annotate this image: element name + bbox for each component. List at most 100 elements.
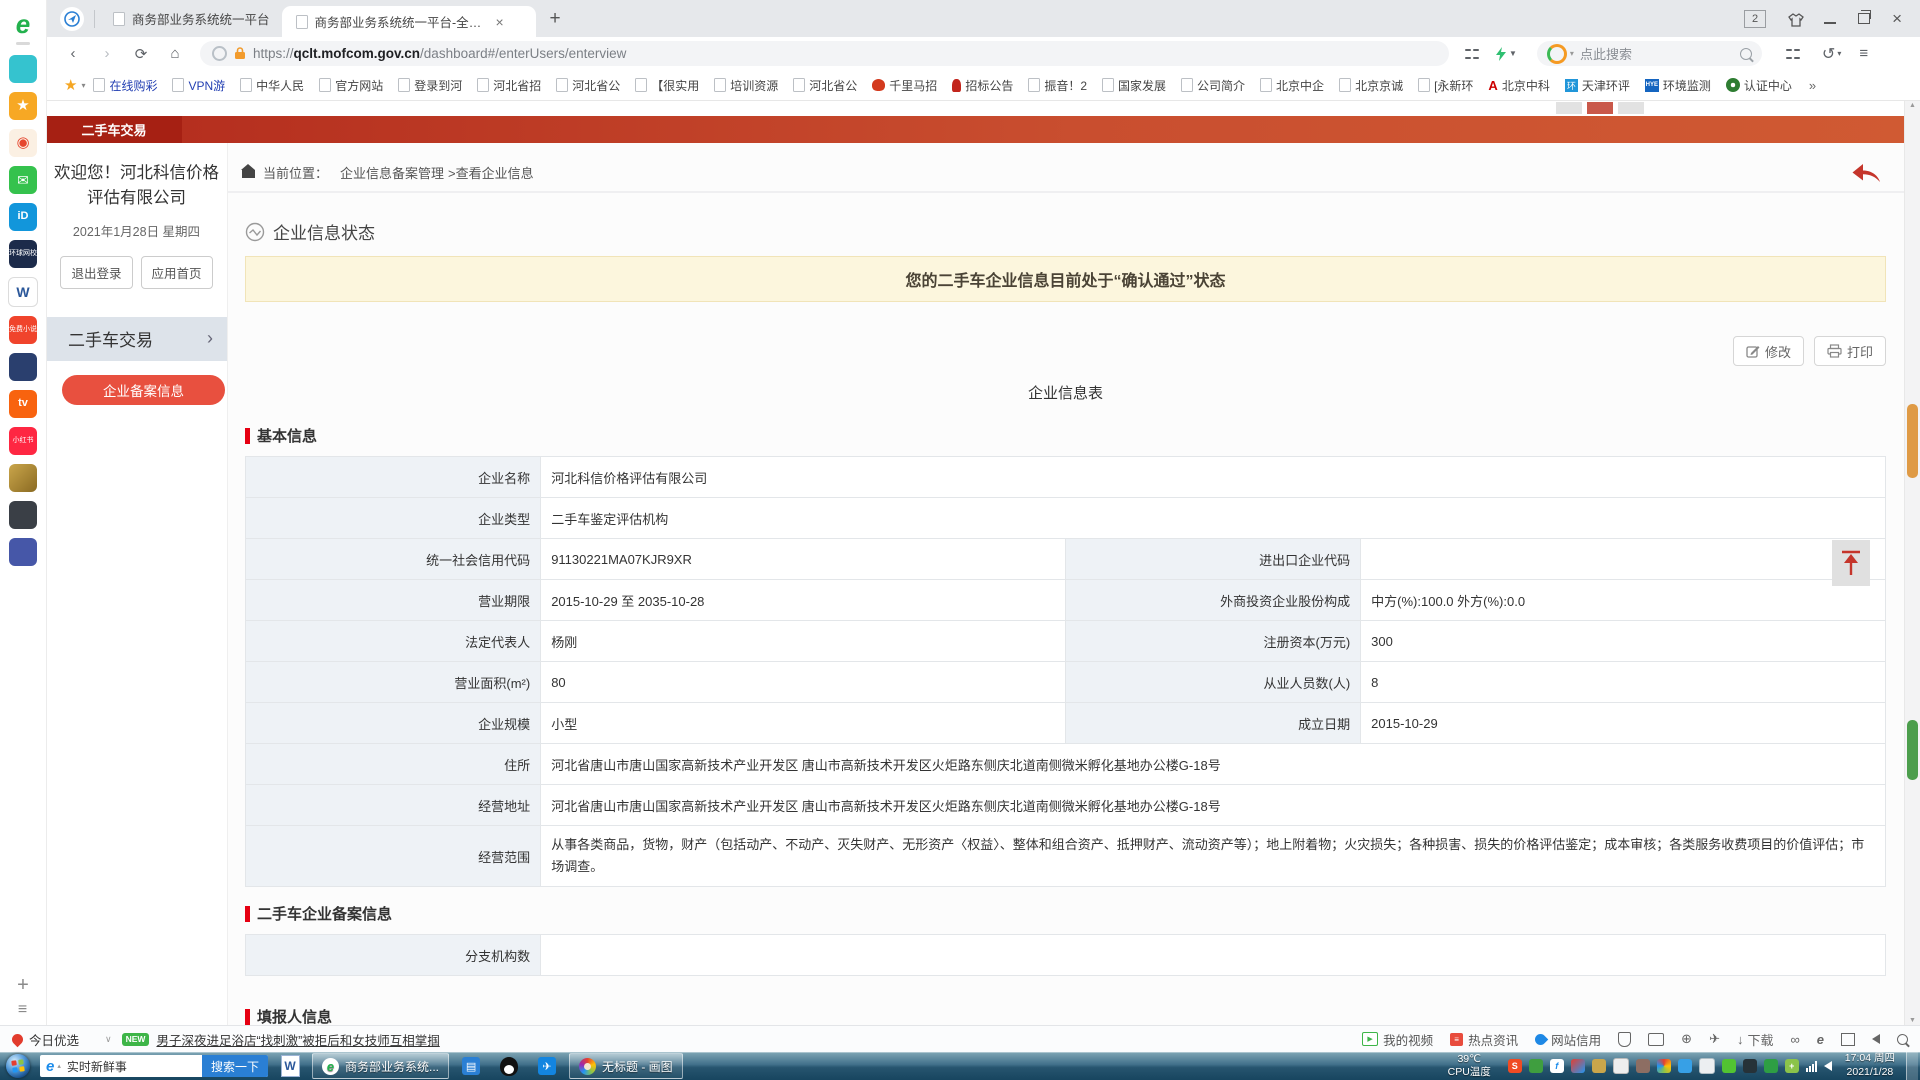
search-engine-caret-icon[interactable]: ▾ (1570, 49, 1574, 58)
search-box[interactable]: ▾ 点此搜索 (1537, 41, 1762, 66)
bookmark-item[interactable]: 官方网站 (319, 77, 383, 94)
download-button[interactable]: ↓下载 (1737, 1030, 1774, 1049)
today-picks-label[interactable]: 今日优选 (29, 1030, 79, 1049)
home-button[interactable]: ⌂ (162, 45, 188, 62)
bookmark-item[interactable]: 振音！2 (1028, 77, 1087, 94)
apps-grid-icon[interactable] (1786, 47, 1800, 61)
tray-music-icon[interactable] (1592, 1059, 1606, 1073)
skin-icon[interactable] (1788, 13, 1802, 25)
taskbar-browser-window[interactable]: e 商务部业务系统... (312, 1053, 449, 1079)
new-tab-button[interactable]: + (550, 8, 561, 30)
taskbar-media-icon[interactable]: ▤ (455, 1054, 487, 1078)
tray-wizard-icon[interactable] (1636, 1059, 1650, 1073)
bookmark-item[interactable]: 环天津环评 (1565, 77, 1630, 94)
menu-icon[interactable]: ≡ (1859, 51, 1868, 57)
app-icon-xiaohongshu[interactable]: 小红书 (9, 427, 37, 455)
app-icon-hqwx[interactable]: 环球网校 (9, 240, 37, 268)
bookmarks-star-icon[interactable]: ★ (64, 76, 77, 94)
add-app-button[interactable]: + (0, 972, 46, 998)
app-icon-weibo[interactable]: ◉ (9, 129, 37, 157)
chevron-down-icon[interactable]: ▼ (1509, 49, 1517, 58)
url-field[interactable]: https://qclt.mofcom.gov.cn/dashboard#/en… (200, 41, 1449, 66)
bookmark-item[interactable]: 中华人民 (240, 77, 304, 94)
back-to-top-button[interactable] (1832, 540, 1870, 586)
refresh-button[interactable]: ⟳ (128, 45, 154, 63)
bookmark-item[interactable]: [永新环 (1418, 77, 1473, 94)
security-shield-icon[interactable] (1618, 1032, 1631, 1047)
app-icon-mail[interactable]: ✉ (9, 166, 37, 194)
bookmark-item[interactable]: 千里马招 (872, 77, 937, 94)
tab-count-badge[interactable]: 2 (1744, 10, 1766, 28)
tray-flash-icon[interactable]: f (1550, 1059, 1564, 1073)
tray-doc-icon[interactable] (1613, 1058, 1629, 1074)
back-button[interactable]: ‹ (60, 45, 86, 62)
tray-health-icon[interactable]: + (1785, 1059, 1799, 1073)
chevron-down-icon[interactable]: ∨ (105, 1034, 112, 1045)
dock-menu-button[interactable]: ≡ (0, 998, 46, 1022)
bookmark-item[interactable]: 河北省招 (477, 77, 541, 94)
search-icon[interactable] (1740, 48, 1752, 60)
app-icon-pp[interactable]: iD (9, 203, 37, 231)
bookmark-item[interactable]: 认证中心 (1726, 77, 1792, 94)
taskbar-qq-icon[interactable] (493, 1054, 525, 1078)
window-split-icon[interactable] (1841, 1033, 1855, 1046)
bookmark-item[interactable]: 河北省公 (793, 77, 857, 94)
ie-search-button[interactable]: 搜索一下 (202, 1055, 268, 1077)
taskbar-paint-window[interactable]: 无标题 - 画图 (569, 1053, 683, 1079)
site-mode-icon[interactable] (212, 46, 227, 61)
tray-driver-icon[interactable] (1657, 1059, 1671, 1073)
translate-icon[interactable]: ⊕ (1681, 1031, 1692, 1047)
back-arrow-icon[interactable] (1850, 159, 1884, 188)
bookmark-item[interactable]: HYE环境监测 (1645, 77, 1711, 94)
close-button[interactable]: × (1892, 13, 1902, 25)
tab-close-icon[interactable]: × (496, 14, 504, 30)
page-search-icon[interactable] (1897, 1034, 1908, 1045)
tray-wechat-icon[interactable] (1722, 1059, 1736, 1073)
speaker-icon[interactable] (1872, 1034, 1880, 1044)
sidebar-item-enterprise-record[interactable]: 企业备案信息 (62, 375, 225, 405)
ssl-lock-icon[interactable] (234, 47, 246, 60)
tray-thermometer-icon[interactable] (1699, 1058, 1715, 1074)
restore-button[interactable] (1858, 13, 1870, 24)
module-tab[interactable]: 二手车交易 (46, 116, 182, 143)
page-scrollbar[interactable]: ▲ ▼ (1904, 100, 1920, 1026)
bookmark-item[interactable]: 培训资源 (714, 77, 778, 94)
app-icon-pubg[interactable] (9, 501, 37, 529)
app-home-button[interactable]: 应用首页 (141, 256, 213, 289)
app-icon-misc[interactable] (9, 538, 37, 566)
show-desktop-button[interactable] (1906, 1052, 1918, 1080)
edit-button[interactable]: 修改 (1733, 336, 1804, 366)
app-icon-game[interactable] (9, 353, 37, 381)
tray-shield-icon[interactable] (1764, 1059, 1778, 1073)
tab-2-active[interactable]: 商务部业务系统统一平台-全国汽 × (282, 6, 536, 37)
start-button[interactable] (6, 1054, 30, 1078)
app-icon-favorites[interactable]: ★ (9, 92, 37, 120)
tab-1[interactable]: 商务部业务系统统一平台 (101, 0, 282, 37)
bookmark-item[interactable]: 招标公告 (952, 77, 1013, 94)
volume-icon[interactable] (1824, 1061, 1832, 1071)
minimize-button[interactable] (1824, 14, 1836, 24)
hot-news-button[interactable]: ≡热点资讯 (1450, 1030, 1518, 1049)
bookmarks-caret-icon[interactable]: ▾ (81, 81, 85, 90)
site-credit-button[interactable]: 网站信用 (1535, 1030, 1601, 1049)
bookmark-item[interactable]: 【很实用 (635, 77, 699, 94)
speed-mode-icon[interactable] (1495, 47, 1507, 61)
bookmarks-overflow-button[interactable]: » (1809, 78, 1816, 93)
network-signal-icon[interactable] (1806, 1060, 1817, 1072)
bookmark-item[interactable]: A北京中科 (1488, 77, 1549, 94)
incognito-icon[interactable]: ∞ (1790, 1032, 1799, 1047)
tray-chat-icon[interactable] (1678, 1059, 1692, 1073)
logout-button[interactable]: 退出登录 (60, 256, 132, 289)
taskbar-clock[interactable]: 17:04 周四2021/1/28 (1845, 1052, 1895, 1079)
sidebar-menu-used-car[interactable]: 二手车交易 › (46, 317, 227, 361)
bookmark-item[interactable]: 国家发展 (1102, 77, 1166, 94)
taskbar-thunder-icon[interactable]: ✈ (531, 1054, 563, 1078)
app-icon-strategy-game[interactable] (9, 464, 37, 492)
bookmark-item[interactable]: 北京京诚 (1339, 77, 1403, 94)
bookmark-item[interactable]: 北京中企 (1260, 77, 1324, 94)
bookmark-item[interactable]: 公司简介 (1181, 77, 1245, 94)
breadcrumb-parent[interactable]: 企业信息备案管理 (340, 163, 444, 182)
news-headline-link[interactable]: 男子深夜进足浴店“找刺激”被拒后和女技师互相掌掴 (156, 1030, 439, 1049)
app-icon-tv[interactable]: tv (9, 390, 37, 418)
scroll-up-icon[interactable]: ▲ (1905, 102, 1920, 109)
